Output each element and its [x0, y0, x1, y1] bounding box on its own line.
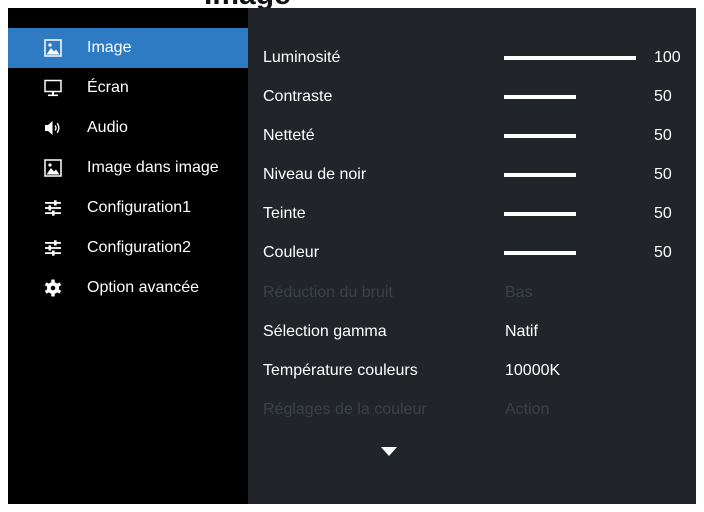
level-bar[interactable]	[504, 251, 576, 255]
setting-value: Bas	[505, 284, 533, 301]
chevron-down-icon[interactable]	[381, 447, 397, 456]
sidebar-item-ecran[interactable]: Écran	[8, 68, 248, 108]
setting-value: 100	[654, 49, 681, 66]
sidebar-item-label: Configuration2	[87, 239, 192, 256]
sidebar-item-audio[interactable]: Audio	[8, 108, 248, 148]
setting-label: Température couleurs	[263, 362, 418, 379]
sidebar-item-label: Image dans image	[87, 159, 219, 176]
setting-row-reglages-de-la-couleur: Réglages de la couleur Action	[263, 390, 693, 430]
setting-value: 50	[654, 244, 672, 261]
setting-label: Contraste	[263, 88, 333, 105]
setting-row-selection-gamma[interactable]: Sélection gamma Natif	[263, 312, 693, 352]
level-bar[interactable]	[504, 134, 576, 138]
monitor-icon	[44, 79, 62, 97]
sidebar-item-label: Image	[87, 39, 132, 56]
sidebar-item-label: Écran	[87, 79, 129, 96]
sidebar-item-label: Option avancée	[87, 279, 200, 296]
level-bar[interactable]	[504, 95, 576, 99]
setting-value: 50	[654, 166, 672, 183]
setting-row-reduction-du-bruit: Réduction du bruit Bas	[263, 273, 693, 313]
setting-row-temperature-couleurs[interactable]: Température couleurs 10000K	[263, 351, 693, 391]
setting-row-teinte[interactable]: Teinte 50	[263, 194, 693, 234]
sidebar-item-pip[interactable]: Image dans image	[8, 148, 248, 188]
setting-label: Réduction du bruit	[263, 284, 393, 301]
setting-value: 50	[654, 205, 672, 222]
setting-value: 10000K	[505, 362, 561, 379]
setting-label: Teinte	[263, 205, 306, 222]
sidebar-item-configuration2[interactable]: Configuration2	[8, 228, 248, 268]
sidebar-item-configuration1[interactable]: Configuration1	[8, 188, 248, 228]
setting-value: 50	[654, 127, 672, 144]
setting-value: Natif	[505, 323, 538, 340]
level-bar[interactable]	[504, 173, 576, 177]
setting-label: Sélection gamma	[263, 323, 387, 340]
level-bar[interactable]	[504, 212, 576, 216]
setting-label: Luminosité	[263, 49, 341, 66]
sidebar: Image Écran Audio Image dans image Confi	[8, 8, 248, 504]
sliders-icon	[44, 199, 62, 217]
sidebar-item-label: Audio	[87, 119, 128, 136]
page-title-fragment: Image	[0, 0, 704, 8]
picture-icon	[44, 39, 62, 57]
setting-row-luminosite[interactable]: Luminosité 100	[263, 38, 693, 78]
sidebar-item-option-avancee[interactable]: Option avancée	[8, 268, 248, 308]
picture-in-picture-icon	[44, 159, 62, 177]
setting-label: Couleur	[263, 244, 320, 261]
setting-label: Niveau de noir	[263, 166, 367, 183]
setting-row-contraste[interactable]: Contraste 50	[263, 77, 693, 117]
speaker-icon	[44, 119, 62, 137]
gear-icon	[44, 279, 62, 297]
setting-value: Action	[505, 401, 550, 418]
sidebar-item-image[interactable]: Image	[8, 28, 248, 68]
setting-row-niveau-de-noir[interactable]: Niveau de noir 50	[263, 155, 693, 195]
setting-value: 50	[654, 88, 672, 105]
setting-row-couleur[interactable]: Couleur 50	[263, 233, 693, 273]
setting-label: Netteté	[263, 127, 315, 144]
setting-row-nettete[interactable]: Netteté 50	[263, 116, 693, 156]
sidebar-item-label: Configuration1	[87, 199, 192, 216]
level-bar[interactable]	[504, 56, 636, 60]
sliders-icon	[44, 239, 62, 257]
setting-label: Réglages de la couleur	[263, 401, 427, 418]
